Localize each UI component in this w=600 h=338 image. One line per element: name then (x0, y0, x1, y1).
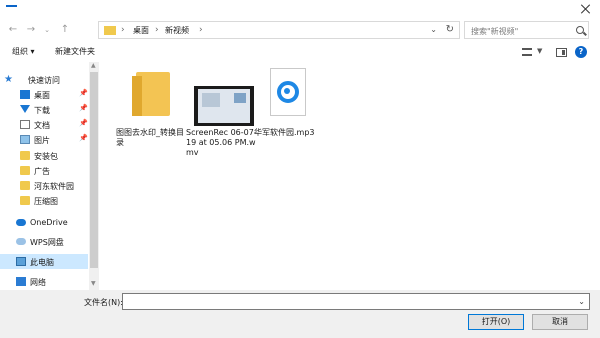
sidebar-item-desktop[interactable]: 桌面 📌 (0, 87, 88, 102)
sidebar-item-hedong[interactable]: 河东软件园 (0, 178, 88, 193)
breadcrumb-separator[interactable]: › (199, 25, 203, 35)
folder-icon (20, 166, 30, 175)
sidebar-item-label: 此电脑 (30, 258, 54, 267)
breadcrumb-separator[interactable]: › (155, 25, 159, 35)
sidebar-item-this-pc[interactable]: 此电脑 (0, 254, 88, 269)
audio-thumbnail (254, 68, 320, 124)
sidebar-item-network[interactable]: 网络 (0, 274, 88, 289)
forward-arrow-icon[interactable]: → (24, 24, 38, 36)
preview-pane-icon[interactable] (556, 48, 567, 57)
sidebar-item-ads[interactable]: 广告 (0, 163, 88, 178)
help-icon[interactable]: ? (575, 46, 587, 58)
sidebar-item-label: 桌面 (34, 91, 50, 100)
document-icon (20, 120, 30, 129)
picture-icon (20, 135, 30, 144)
sidebar-item-label: 网络 (30, 278, 46, 287)
scroll-up-icon[interactable]: ▲ (91, 62, 96, 69)
sidebar-item-label: 压缩图 (34, 197, 58, 206)
cancel-button[interactable]: 取消 (532, 314, 588, 330)
folder-thumbnail (116, 68, 182, 124)
audio-file-icon (270, 68, 306, 116)
command-bar: 组织 ▾ 新建文件夹 ▼ ? (0, 42, 600, 62)
folder-icon (20, 181, 30, 190)
recent-dropdown-icon[interactable]: ⌄ (40, 24, 54, 36)
sidebar-item-label: 图片 (34, 136, 50, 145)
sidebar-item-label: 安装包 (34, 152, 58, 161)
star-icon: ★ (4, 74, 13, 85)
folder-icon (104, 26, 116, 35)
open-button[interactable]: 打开(O) (468, 314, 524, 330)
sidebar-item-quick-access[interactable]: ★ 快速访问 (0, 72, 88, 87)
view-dropdown-icon[interactable]: ▼ (537, 47, 542, 55)
folder-icon (20, 151, 30, 160)
app-icon (6, 5, 17, 12)
refresh-icon[interactable]: ↻ (446, 24, 454, 35)
sidebar-item-downloads[interactable]: 下载 📌 (0, 102, 88, 117)
sidebar-scrollbar[interactable]: ▲ ▼ (89, 62, 99, 290)
filename-label: 文件名(N): (84, 298, 123, 307)
address-bar[interactable]: › 桌面 › 新视频 › ⌄ ↻ (98, 21, 460, 39)
sidebar-item-wps[interactable]: WPS网盘 (0, 234, 88, 249)
up-arrow-icon[interactable]: ↑ (58, 24, 72, 36)
desktop-icon (20, 90, 30, 99)
file-name: ScreenRec 06-07-19 at 05.06 PM.wmv (186, 128, 257, 157)
search-box[interactable]: 搜索"新视频" (464, 21, 589, 39)
sidebar-item-onedrive[interactable]: OneDrive (0, 215, 88, 230)
sidebar-item-label: 广告 (34, 167, 50, 176)
breadcrumb-new-video[interactable]: 新视频 (165, 25, 189, 36)
new-folder-button[interactable]: 新建文件夹 (55, 46, 95, 57)
breadcrumb-separator: › (121, 25, 125, 35)
sidebar-item-compressed[interactable]: 压缩图 (0, 193, 88, 208)
sidebar-item-label: 下载 (34, 106, 50, 115)
back-arrow-icon[interactable]: ← (6, 24, 20, 36)
pin-icon[interactable]: 📌 (79, 134, 88, 142)
file-name: 图图去水印_转换目录 (116, 128, 184, 147)
dialog-footer: 文件名(N): ⌄ 打开(O) 取消 (0, 290, 600, 338)
navigation-bar: ← → ⌄ ↑ › 桌面 › 新视频 › ⌄ ↻ 搜索"新视频" (0, 18, 600, 42)
sidebar-item-label: OneDrive (30, 218, 68, 227)
title-bar (0, 0, 600, 18)
close-button[interactable] (578, 2, 594, 16)
sidebar-item-label: 文档 (34, 121, 50, 130)
pin-icon[interactable]: 📌 (79, 119, 88, 127)
search-placeholder: 搜索"新视频" (471, 27, 519, 36)
view-options-icon[interactable] (522, 48, 532, 56)
sidebar-item-pictures[interactable]: 图片 📌 (0, 132, 88, 147)
pin-icon[interactable]: 📌 (79, 89, 88, 97)
sidebar-item-label: 快速访问 (28, 76, 60, 85)
file-name: 华军软件园.mp3 (254, 128, 315, 137)
organize-button[interactable]: 组织 ▾ (12, 46, 35, 57)
filename-input[interactable]: ⌄ (122, 293, 590, 310)
navigation-pane: ★ 快速访问 桌面 📌 下载 📌 文档 📌 图片 📌 安装包 广告 河东软件园 … (0, 62, 100, 290)
breadcrumb-desktop[interactable]: 桌面 (133, 25, 149, 36)
scrollbar-thumb[interactable] (90, 72, 98, 268)
network-icon (16, 277, 26, 286)
cloud-icon (16, 219, 26, 226)
sidebar-item-label: 河东软件园 (34, 182, 74, 191)
folder-icon (20, 196, 30, 205)
file-list: 图图去水印_转换目录 ScreenRec 06-07-19 at 05.06 P… (100, 62, 600, 290)
filename-dropdown-icon[interactable]: ⌄ (578, 297, 585, 306)
video-icon (194, 86, 254, 126)
sidebar-item-documents[interactable]: 文档 📌 (0, 117, 88, 132)
cloud-icon (16, 238, 26, 245)
video-thumbnail (186, 68, 254, 126)
download-icon (20, 105, 30, 113)
folder-icon (132, 72, 170, 116)
search-icon[interactable] (576, 26, 584, 34)
sidebar-item-label: WPS网盘 (30, 238, 64, 247)
address-dropdown-icon[interactable]: ⌄ (430, 25, 437, 34)
pin-icon[interactable]: 📌 (79, 104, 88, 112)
sidebar-item-install-packages[interactable]: 安装包 (0, 148, 88, 163)
scroll-down-icon[interactable]: ▼ (91, 280, 96, 287)
computer-icon (16, 257, 26, 266)
